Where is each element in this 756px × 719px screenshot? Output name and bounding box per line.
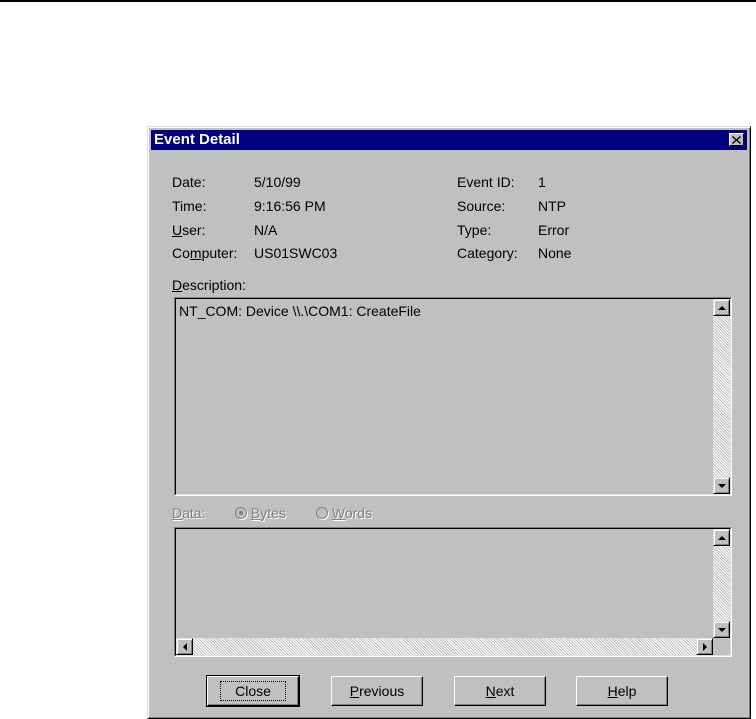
dialog-title: Event Detail [154, 131, 240, 148]
user-label-key: U [172, 222, 183, 238]
event-detail-dialog: Event Detail Date: Time: User: Computer:… [147, 126, 751, 719]
next-button[interactable]: Next [454, 676, 546, 706]
time-value: 9:16:56 PM [254, 198, 326, 214]
page-top-rule [0, 0, 756, 2]
data-label-key: D [172, 505, 183, 521]
description-label-post: escription: [182, 277, 246, 293]
description-label-key: D [172, 277, 183, 293]
scroll-left-button[interactable] [176, 638, 193, 655]
computer-label-key: m [189, 245, 202, 261]
close-button[interactable]: Close [206, 675, 300, 707]
help-button-label: Help [608, 683, 637, 699]
help-post: elp [617, 683, 637, 699]
previous-post: revious [359, 683, 405, 699]
previous-button[interactable]: Previous [331, 676, 423, 706]
time-label: Time: [172, 198, 207, 214]
scrollbar-corner [713, 638, 730, 655]
user-label: User: [172, 221, 205, 239]
scroll-up-button[interactable] [713, 299, 730, 316]
category-label: Category: [457, 245, 518, 261]
event-id-label: Event ID: [457, 174, 515, 190]
next-post: ext [495, 683, 515, 699]
previous-button-label: Previous [350, 683, 404, 699]
help-key: H [607, 683, 618, 699]
arrow-up-icon [717, 305, 726, 310]
type-label: Type: [457, 222, 492, 238]
data-textbox[interactable] [174, 527, 732, 657]
date-value: 5/10/99 [254, 174, 301, 190]
computer-label: Computer: [172, 244, 237, 262]
user-value: N/A [254, 222, 278, 238]
source-label: Source: [457, 198, 506, 214]
source-value: NTP [538, 198, 566, 214]
radio-checked-icon [235, 507, 247, 519]
scroll-up-button[interactable] [713, 529, 730, 546]
data-label: Data: [172, 504, 205, 522]
data-label-post: ata: [182, 505, 206, 521]
category-value: None [538, 245, 572, 261]
arrow-up-icon [717, 535, 726, 540]
data-horizontal-scrollbar[interactable] [176, 638, 713, 655]
scroll-right-button[interactable] [696, 638, 713, 655]
description-text: NT_COM: Device \\.\COM1: CreateFile [179, 303, 421, 319]
arrow-down-icon [717, 627, 726, 632]
user-label-post: ser: [182, 222, 206, 238]
computer-value: US01SWC03 [254, 245, 338, 261]
scroll-down-button[interactable] [713, 621, 730, 638]
description-label: Description: [172, 276, 246, 294]
words-label-post: ords [344, 505, 373, 521]
computer-label-post: puter: [201, 245, 238, 261]
data-vertical-scrollbar[interactable] [713, 529, 730, 638]
computer-label-pre: Co [172, 245, 190, 261]
description-vertical-scrollbar[interactable] [713, 299, 730, 494]
date-label: Date: [172, 174, 206, 190]
words-label-key: W [331, 505, 345, 521]
next-button-label: Next [486, 683, 515, 699]
arrow-right-icon [702, 642, 707, 651]
words-radio[interactable]: Words [316, 504, 372, 522]
bytes-radio[interactable]: Bytes [235, 504, 286, 522]
type-value: Error [538, 222, 570, 238]
scroll-down-button[interactable] [713, 477, 730, 494]
arrow-down-icon [717, 483, 726, 488]
bytes-label-key: B [250, 505, 261, 521]
bytes-label-post: ytes [260, 505, 286, 521]
next-key: N [485, 683, 496, 699]
arrow-left-icon [182, 642, 187, 651]
previous-key: P [349, 683, 360, 699]
close-icon[interactable] [729, 133, 744, 146]
close-button-label: Close [220, 681, 286, 701]
help-button[interactable]: Help [576, 676, 668, 706]
description-textbox[interactable]: NT_COM: Device \\.\COM1: CreateFile [174, 297, 732, 496]
event-id-value: 1 [538, 174, 546, 190]
radio-unchecked-icon [316, 507, 328, 519]
title-bar[interactable]: Event Detail [151, 130, 747, 150]
